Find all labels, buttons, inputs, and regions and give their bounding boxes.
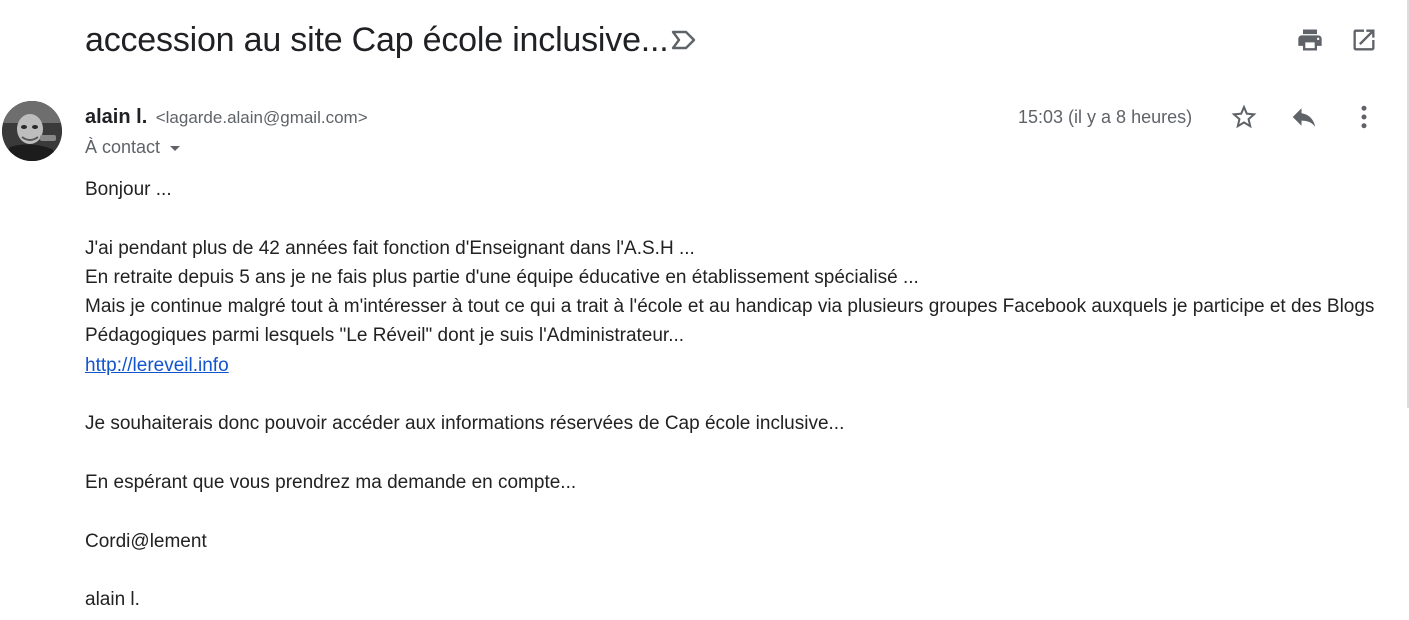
print-button[interactable] <box>1294 24 1326 56</box>
body-closing: Cordi@lement <box>85 530 207 552</box>
sender-name[interactable]: alain l. <box>85 106 147 128</box>
sender-line: alain l. <lagarde.alain@gmail.com> <box>85 104 368 132</box>
more-options-button[interactable] <box>1348 101 1380 133</box>
sender-email: <lagarde.alain@gmail.com> <box>155 108 368 127</box>
message-timestamp: 15:03 (il y a 8 heures) <box>1018 107 1193 127</box>
label-outline-icon[interactable] <box>668 26 698 54</box>
sender-avatar[interactable] <box>2 101 62 161</box>
body-line: Mais je continue malgré tout à m'intéres… <box>85 296 1375 347</box>
more-vert-icon <box>1361 105 1367 129</box>
message-body: Bonjour ... J'ai pendant plus de 42 anné… <box>85 175 1375 614</box>
reply-icon <box>1292 108 1316 127</box>
star-outline-icon <box>1231 104 1257 129</box>
body-signature: alain l. <box>85 589 140 611</box>
email-subject: accession au site Cap école inclusive... <box>85 21 669 59</box>
recipient-label: À contact <box>85 137 161 157</box>
star-button[interactable] <box>1228 101 1260 133</box>
recipient-details-toggle[interactable]: À contact <box>85 134 181 160</box>
body-line: J'ai pendant plus de 42 années fait fonc… <box>85 237 695 259</box>
website-link[interactable]: http://lereveil.info <box>85 355 229 376</box>
open-in-new-window-button[interactable] <box>1348 24 1380 56</box>
print-icon <box>1298 29 1322 51</box>
body-line: Je souhaiterais donc pouvoir accéder aux… <box>85 413 845 435</box>
email-view: accession au site Cap école inclusive...… <box>0 0 1409 620</box>
body-line: En retraite depuis 5 ans je ne fais plus… <box>85 266 919 288</box>
body-greeting: Bonjour ... <box>85 179 172 200</box>
open-in-new-window-icon <box>1353 29 1375 51</box>
body-line: En espérant que vous prendrez ma demande… <box>85 471 577 493</box>
chevron-down-icon <box>170 145 181 151</box>
reply-button[interactable] <box>1288 101 1320 133</box>
